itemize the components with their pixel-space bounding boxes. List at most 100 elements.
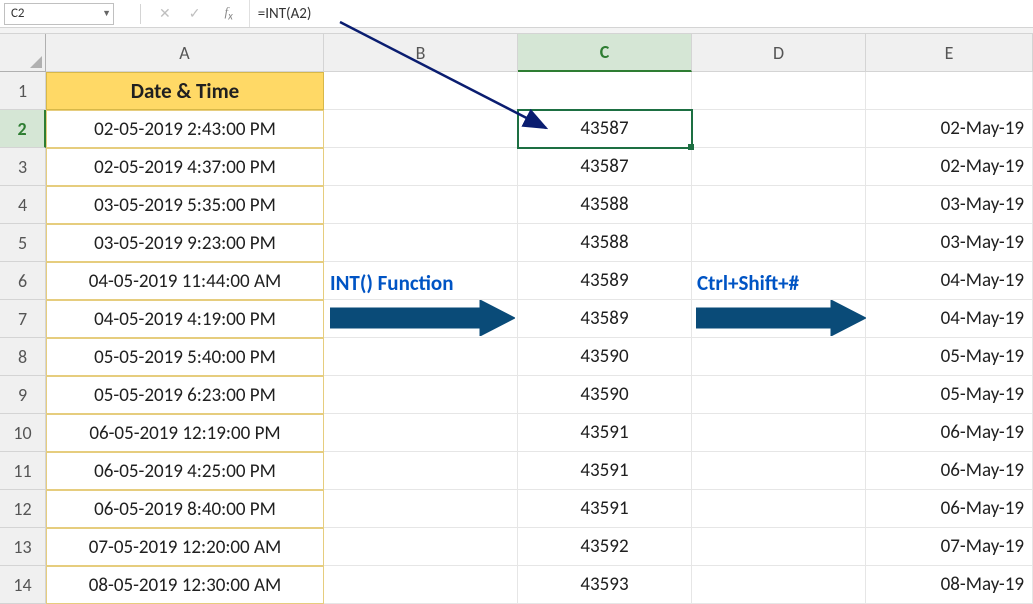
formula-text: =INT(A2) [258, 5, 312, 23]
cell-datetime[interactable]: 06-05-2019 8:40:00 PM [46, 490, 324, 528]
row-header[interactable]: 14 [0, 566, 46, 604]
cell-empty[interactable] [324, 186, 518, 224]
dropdown-icon[interactable]: ▼ [102, 8, 111, 19]
formula-input[interactable]: =INT(A2) [249, 0, 1033, 27]
row-header[interactable]: 13 [0, 528, 46, 566]
name-box[interactable]: C2 ▼ [4, 3, 114, 25]
cell-empty[interactable] [324, 224, 518, 262]
cell-int-value[interactable]: 43591 [518, 414, 692, 452]
cell-formatted-date[interactable]: 08-May-19 [866, 566, 1033, 604]
cell-empty[interactable] [692, 338, 866, 376]
cell-datetime[interactable]: 06-05-2019 4:25:00 PM [46, 452, 324, 490]
cell-empty[interactable] [692, 300, 866, 338]
cell-empty[interactable] [324, 566, 518, 604]
cell-empty[interactable] [692, 72, 866, 110]
cell-empty[interactable] [324, 262, 518, 300]
cell-formatted-date[interactable]: 06-May-19 [866, 414, 1033, 452]
fx-icon[interactable]: fx [224, 4, 232, 23]
cell-datetime[interactable]: 02-05-2019 2:43:00 PM [46, 110, 324, 148]
col-header-c[interactable]: C [518, 34, 692, 72]
row-header[interactable]: 8 [0, 338, 46, 376]
cell-formatted-date[interactable]: 02-May-19 [866, 148, 1033, 186]
cell-int-value[interactable]: 43588 [518, 224, 692, 262]
cell-int-value[interactable]: 43590 [518, 338, 692, 376]
cell-empty[interactable] [692, 528, 866, 566]
cell-empty[interactable] [324, 110, 518, 148]
row-header[interactable]: 1 [0, 72, 46, 110]
cell-formatted-date[interactable]: 06-May-19 [866, 452, 1033, 490]
cell-formatted-date[interactable]: 02-May-19 [866, 110, 1033, 148]
cell-int-value[interactable]: 43589 [518, 300, 692, 338]
row-header[interactable]: 9 [0, 376, 46, 414]
row-header[interactable]: 6 [0, 262, 46, 300]
cell-formatted-date[interactable]: 07-May-19 [866, 528, 1033, 566]
cell-empty[interactable] [692, 148, 866, 186]
cell-formatted-date[interactable]: 06-May-19 [866, 490, 1033, 528]
cell-formatted-date[interactable]: 04-May-19 [866, 262, 1033, 300]
cell-empty[interactable] [324, 300, 518, 338]
cancel-icon[interactable]: ✕ [159, 7, 171, 21]
cell-datetime[interactable]: 03-05-2019 9:23:00 PM [46, 224, 324, 262]
separator [140, 4, 141, 24]
cell-datetime[interactable]: 02-05-2019 4:37:00 PM [46, 148, 324, 186]
row-header[interactable]: 10 [0, 414, 46, 452]
row-header[interactable]: 2 [0, 110, 46, 148]
cell-datetime[interactable]: 08-05-2019 12:30:00 AM [46, 566, 324, 604]
cell-formatted-date[interactable] [866, 72, 1033, 110]
cell-empty[interactable] [324, 528, 518, 566]
cell-empty[interactable] [692, 566, 866, 604]
cell-int-value[interactable]: 43592 [518, 528, 692, 566]
cell-formatted-date[interactable]: 04-May-19 [866, 300, 1033, 338]
col-header-d[interactable]: D [692, 34, 866, 72]
cell-formatted-date[interactable]: 05-May-19 [866, 338, 1033, 376]
cell-empty[interactable] [324, 338, 518, 376]
row-header[interactable]: 4 [0, 186, 46, 224]
col-header-b[interactable]: B [324, 34, 518, 72]
cell-int-value[interactable] [518, 72, 692, 110]
name-box-value: C2 [11, 6, 25, 21]
cell-int-value[interactable]: 43591 [518, 490, 692, 528]
row-header[interactable]: 12 [0, 490, 46, 528]
cell-int-value[interactable]: 43590 [518, 376, 692, 414]
cell-int-value[interactable]: 43589 [518, 262, 692, 300]
row-header[interactable]: 11 [0, 452, 46, 490]
cell-datetime[interactable]: 06-05-2019 12:19:00 PM [46, 414, 324, 452]
cell-int-value[interactable]: 43593 [518, 566, 692, 604]
cell-empty[interactable] [324, 490, 518, 528]
cell-empty[interactable] [324, 72, 518, 110]
select-all-corner[interactable] [0, 34, 46, 72]
cell-int-value[interactable]: 43587 [518, 148, 692, 186]
cell-datetime[interactable]: 04-05-2019 11:44:00 AM [46, 262, 324, 300]
cell-empty[interactable] [692, 490, 866, 528]
cell-empty[interactable] [692, 376, 866, 414]
cell-empty[interactable] [692, 186, 866, 224]
cell-empty[interactable] [692, 414, 866, 452]
cell-empty[interactable] [692, 224, 866, 262]
cell-empty[interactable] [692, 110, 866, 148]
cell-empty[interactable] [692, 262, 866, 300]
cell-empty[interactable] [324, 148, 518, 186]
cell-int-value[interactable]: 43591 [518, 452, 692, 490]
row-header[interactable]: 5 [0, 224, 46, 262]
row-header[interactable]: 3 [0, 148, 46, 186]
cell-formatted-date[interactable]: 05-May-19 [866, 376, 1033, 414]
col-header-a[interactable]: A [46, 34, 324, 72]
cell-datetime[interactable]: 04-05-2019 4:19:00 PM [46, 300, 324, 338]
row-header[interactable]: 7 [0, 300, 46, 338]
cell-datetime[interactable]: 03-05-2019 5:35:00 PM [46, 186, 324, 224]
cell-int-value[interactable]: 43587 [518, 110, 692, 148]
accept-icon[interactable]: ✓ [189, 7, 201, 21]
cell-empty[interactable] [324, 414, 518, 452]
cell-formatted-date[interactable]: 03-May-19 [866, 224, 1033, 262]
cell-empty[interactable] [692, 452, 866, 490]
cell-int-value[interactable]: 43588 [518, 186, 692, 224]
col-header-e[interactable]: E [866, 34, 1033, 72]
cell-datetime[interactable]: 05-05-2019 6:23:00 PM [46, 376, 324, 414]
cell-empty[interactable] [324, 376, 518, 414]
formula-bar: C2 ▼ ✕ ✓ fx =INT(A2) [0, 0, 1033, 28]
cell-datetime[interactable]: 05-05-2019 5:40:00 PM [46, 338, 324, 376]
cell-empty[interactable] [324, 452, 518, 490]
cell-datetime[interactable]: 07-05-2019 12:20:00 AM [46, 528, 324, 566]
column-a-header[interactable]: Date & Time [46, 72, 324, 110]
cell-formatted-date[interactable]: 03-May-19 [866, 186, 1033, 224]
